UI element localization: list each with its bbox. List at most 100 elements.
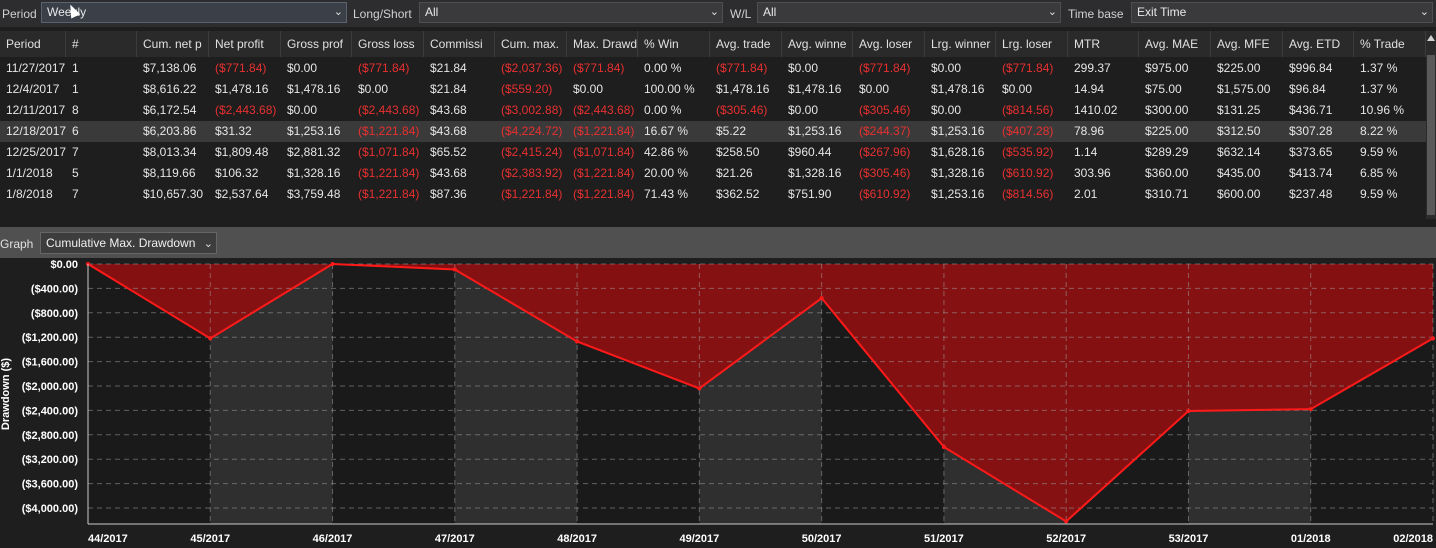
column-header[interactable]: Commissi (424, 31, 495, 57)
y-tick-label: ($3,600.00) (22, 479, 79, 491)
table-cell: $5.22 (716, 124, 747, 138)
table-cell: ($1,221.84) (358, 124, 420, 138)
table-cell: 71.43 % (644, 187, 689, 201)
column-header[interactable]: % Trade (1354, 31, 1426, 57)
table-cell: ($610.92) (1002, 166, 1054, 180)
table-cell: ($4,224.72) (501, 124, 563, 138)
timebase-label: Time base (1068, 7, 1124, 21)
y-tick-label: ($2,400.00) (22, 405, 79, 417)
x-tick-label: 02/2018 (1393, 533, 1433, 545)
timebase-value: Exit Time (1137, 5, 1187, 19)
period-select[interactable]: Weekly ⌄ (41, 2, 347, 23)
column-header[interactable]: Net profit (209, 31, 281, 57)
wl-label: W/L (730, 7, 752, 21)
column-header[interactable]: Avg. MAE (1139, 31, 1211, 57)
column-header[interactable]: Gross loss (352, 31, 424, 57)
table-cell: $2,881.32 (287, 145, 341, 159)
table-cell: ($814.56) (1002, 187, 1054, 201)
data-point (1064, 519, 1069, 524)
column-header[interactable]: Cum. net p (137, 31, 209, 57)
table-row[interactable]: 12/18/2017 6 $6,203.86 $31.32 $1,253.16 ($1,2… (0, 121, 1426, 142)
x-tick-label: 47/2017 (435, 533, 475, 545)
period-label: Period (2, 7, 37, 21)
table-cell: ($535.92) (1002, 145, 1054, 159)
table-cell: 6 (72, 124, 79, 138)
column-header[interactable]: Period (0, 31, 66, 57)
table-cell: ($2,443.68) (573, 103, 635, 117)
data-point (208, 336, 213, 341)
scrollbar-thumb[interactable] (1427, 55, 1435, 215)
graph-type-select[interactable]: Cumulative Max. Drawdown ⌄ (40, 232, 217, 254)
table-cell: $1,328.16 (931, 166, 985, 180)
table-cell: 6.85 % (1360, 166, 1398, 180)
table-row[interactable]: 1/8/2018 7 $10,657.30 $2,537.64 $3,759.48 ($1… (0, 184, 1426, 205)
table-cell: 1.37 % (1360, 82, 1398, 96)
y-tick-label: ($2,800.00) (22, 430, 79, 442)
table-scrollbar[interactable] (1426, 31, 1436, 219)
table-cell: 1/8/2018 (6, 187, 53, 201)
column-header[interactable]: Avg. loser (853, 31, 925, 57)
y-tick-label: ($1,600.00) (22, 357, 79, 369)
column-header[interactable]: Avg. trade (710, 31, 782, 57)
table-cell: $307.28 (1289, 124, 1333, 138)
data-point (452, 267, 457, 272)
data-point (941, 445, 946, 449)
table-cell: $225.00 (1217, 61, 1261, 75)
wl-select[interactable]: All ⌄ (757, 2, 1061, 23)
table-cell: ($1,221.84) (358, 166, 420, 180)
longshort-select[interactable]: All ⌄ (419, 2, 723, 23)
table-cell: 42.86 % (644, 145, 689, 159)
table-row[interactable]: 1/1/2018 5 $8,119.66 $106.32 $1,328.16 ($1,22… (0, 163, 1426, 184)
table-cell: ($771.84) (1002, 61, 1054, 75)
column-header[interactable]: Lrg. loser (996, 31, 1068, 57)
table-cell: 1/1/2018 (6, 166, 53, 180)
table-cell: 1.37 % (1360, 61, 1398, 75)
table-row[interactable]: 11/27/2017 1 $7,138.06 ($771.84) $0.00 ($771.… (0, 58, 1426, 79)
column-header[interactable]: % Win (638, 31, 710, 57)
table-cell: 7 (72, 187, 79, 201)
longshort-value: All (425, 5, 439, 19)
column-header[interactable]: Lrg. winner (925, 31, 996, 57)
column-header[interactable]: Avg. ETD (1283, 31, 1354, 57)
table-cell: ($771.84) (358, 61, 410, 75)
column-header[interactable]: Cum. max. (495, 31, 567, 57)
table-cell: $300.00 (1145, 103, 1189, 117)
table-cell: $8,616.22 (143, 82, 197, 96)
table-row[interactable]: 12/11/2017 8 $6,172.54 ($2,443.68) $0.00 ($2,… (0, 100, 1426, 121)
wl-value: All (763, 5, 777, 19)
scroll-up-icon[interactable] (1427, 35, 1435, 41)
table-cell: $289.29 (1145, 145, 1189, 159)
table-cell: ($305.46) (859, 103, 911, 117)
table-cell: ($771.84) (859, 61, 911, 75)
table-cell: $310.71 (1145, 187, 1189, 201)
graph-type-value: Cumulative Max. Drawdown (46, 236, 196, 250)
x-tick-label: 46/2017 (313, 533, 353, 545)
data-point (1431, 336, 1435, 341)
table-row[interactable]: 12/25/2017 7 $8,013.34 $1,809.48 $2,881.32 ($… (0, 142, 1426, 163)
table-cell: 299.37 (1074, 61, 1111, 75)
table-cell: $435.00 (1217, 166, 1261, 180)
table-cell: $1,253.16 (931, 124, 985, 138)
table-cell: $413.74 (1289, 166, 1333, 180)
data-point (575, 339, 580, 344)
data-point (819, 296, 824, 301)
column-header[interactable]: Avg. MFE (1211, 31, 1283, 57)
column-header[interactable]: MTR (1068, 31, 1139, 57)
table-cell: ($771.84) (215, 61, 267, 75)
table-cell: $1,328.16 (287, 166, 341, 180)
timebase-select[interactable]: Exit Time ⌄ (1131, 2, 1433, 23)
table-row[interactable]: 12/4/2017 1 $8,616.22 $1,478.16 $1,478.16 $0.… (0, 79, 1426, 100)
table-cell: ($305.46) (716, 103, 768, 117)
drawdown-chart: $0.00 ($400.00) ($800.00) ($1,200.00) ($1,60… (0, 259, 1435, 545)
column-header[interactable]: # (66, 31, 137, 57)
column-header[interactable]: Gross prof (281, 31, 352, 57)
y-tick-label: ($400.00) (31, 283, 78, 295)
column-header[interactable]: Max. Drawd (567, 31, 638, 57)
table-cell: 1 (72, 82, 79, 96)
table-cell: 9.59 % (1360, 187, 1398, 201)
table-cell: 12/25/2017 (6, 145, 66, 159)
table-cell: $106.32 (215, 166, 259, 180)
table-cell: 1.14 (1074, 145, 1098, 159)
table-cell: $65.52 (430, 145, 467, 159)
column-header[interactable]: Avg. winne (782, 31, 853, 57)
